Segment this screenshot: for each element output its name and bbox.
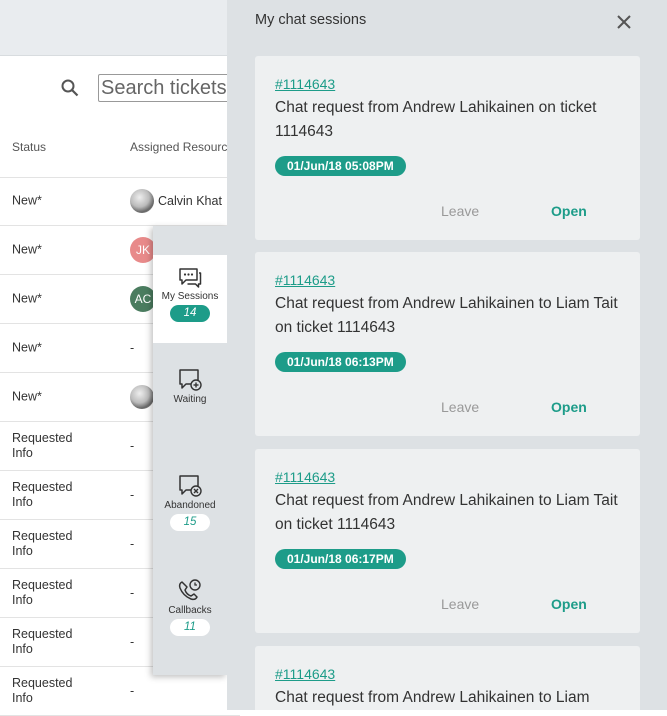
resource-cell: - (130, 684, 135, 698)
open-button[interactable]: Open (551, 596, 587, 612)
chat-bubbles-icon (179, 268, 202, 288)
ticket-link[interactable]: #1114643 (275, 666, 335, 682)
status-cell: Requested Info (12, 529, 73, 558)
column-header-assigned-resource[interactable]: Assigned Resource (130, 140, 234, 154)
status-cell: Requested Info (12, 480, 73, 509)
ticket-link[interactable]: #1114643 (275, 469, 335, 485)
nav-label: Callbacks (168, 605, 212, 616)
nav-waiting[interactable]: Waiting (153, 366, 227, 426)
session-description: Chat request from Andrew Lahikainen to L… (275, 689, 590, 706)
chat-sessions-panel: My chat sessions #1114643 Chat request f… (227, 0, 667, 710)
search-input[interactable] (98, 74, 242, 102)
resource-cell: - (130, 488, 135, 502)
session-time-badge: 01/Jun/18 05:08PM (275, 156, 406, 176)
session-time-badge: 01/Jun/18 06:17PM (275, 549, 406, 569)
session-description: Chat request from Andrew Lahikainen to L… (275, 295, 618, 336)
resource-cell: - (130, 635, 135, 649)
nav-callbacks[interactable]: Callbacks 11 (153, 577, 227, 647)
leave-button[interactable]: Leave (441, 596, 479, 612)
status-cell: Requested Info (12, 627, 73, 656)
session-description: Chat request from Andrew Lahikainen to L… (275, 492, 618, 533)
status-cell: Requested Info (12, 578, 73, 607)
abandoned-count-badge: 15 (170, 514, 210, 531)
avatar (130, 189, 154, 213)
open-button[interactable]: Open (551, 203, 587, 219)
status-cell: Requested Info (12, 431, 73, 460)
search-icon[interactable] (60, 78, 80, 98)
table-header: Status Assigned Resource (0, 125, 240, 178)
chat-side-nav: My Sessions 14 Waiting Abandoned 15 Call… (153, 226, 227, 675)
chat-session-card: #1114643 Chat request from Andrew Lahika… (255, 449, 640, 633)
search-bar (60, 74, 242, 102)
status-cell: New* (12, 291, 42, 306)
resource-cell: - (130, 586, 135, 600)
top-bar (0, 0, 240, 56)
ticket-link[interactable]: #1114643 (275, 272, 335, 288)
close-icon[interactable] (615, 13, 633, 31)
status-cell: New* (12, 242, 42, 257)
phone-clock-icon (178, 579, 201, 601)
column-header-status[interactable]: Status (12, 140, 46, 154)
status-cell: New* (12, 389, 42, 404)
chat-session-card: #1114643 Chat request from Andrew Lahika… (255, 252, 640, 436)
resource-cell: Calvin Khat (130, 189, 222, 213)
leave-button[interactable]: Leave (441, 399, 479, 415)
chat-session-card: #1114643 Chat request from Andrew Lahika… (255, 646, 640, 710)
resource-cell: - (130, 537, 135, 551)
avatar (130, 385, 154, 409)
status-cell: Requested Info (12, 676, 73, 705)
status-cell: New* (12, 193, 42, 208)
nav-label: Waiting (173, 394, 207, 405)
resource-cell: - (130, 341, 135, 355)
open-button[interactable]: Open (551, 399, 587, 415)
chat-cancel-icon (179, 475, 202, 497)
status-cell: New* (12, 340, 42, 355)
callbacks-count-badge: 11 (170, 619, 210, 636)
nav-my-sessions[interactable]: My Sessions 14 (153, 255, 227, 343)
resource-cell: - (130, 439, 135, 453)
leave-button[interactable]: Leave (441, 203, 479, 219)
ticket-link[interactable]: #1114643 (275, 76, 335, 92)
chat-add-icon (179, 369, 202, 391)
resource-name: Calvin Khat (158, 194, 222, 208)
session-description: Chat request from Andrew Lahikainen on t… (275, 99, 597, 140)
session-time-badge: 01/Jun/18 06:13PM (275, 352, 406, 372)
nav-abandoned[interactable]: Abandoned 15 (153, 472, 227, 542)
nav-label: My Sessions (161, 291, 219, 302)
nav-label: Abandoned (164, 500, 216, 511)
table-row[interactable]: New* Calvin Khat (0, 177, 240, 226)
panel-title: My chat sessions (255, 12, 367, 28)
chat-session-card: #1114643 Chat request from Andrew Lahika… (255, 56, 640, 240)
sessions-count-badge: 14 (170, 305, 210, 322)
